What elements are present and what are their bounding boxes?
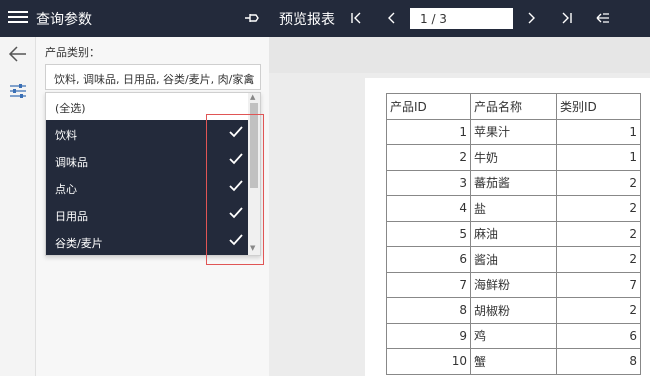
check-icon [229,207,243,219]
side-toolbar [0,37,36,376]
table-row: 10 蟹 8 [386,348,641,375]
table-header-row: 产品ID 产品名称 类别ID [386,93,641,120]
table-row: 1 苹果汁 1 [386,118,641,145]
table-row: 7 海鲜粉 7 [386,271,641,298]
table-row: 9鸡6 [386,322,641,349]
category-dropdown: (全选) 饮料 调味品 点心 日用品 谷类/麦片 ▲ ▼ [45,92,261,256]
scrollbar-thumb[interactable] [250,103,258,188]
table-row: 2 牛奶 1 [386,144,641,171]
column-header-product-name: 产品名称 [470,93,557,120]
column-header-category-id: 类别ID [556,93,641,120]
column-header-product-id: 产品ID [386,93,471,120]
menu-icon[interactable] [8,9,28,27]
scroll-up-icon[interactable]: ▲ [250,93,255,101]
preview-report-label: 预览报表 [279,12,335,28]
scroll-down-icon[interactable]: ▼ [250,244,255,252]
check-icon [229,180,243,192]
selected-categories-text: 饮料, 调味品, 日用品, 谷类/麦片, 肉/家禽 [54,73,255,86]
table-row: 8 胡椒粉 2 [386,297,641,324]
collapse-panel-icon[interactable] [596,12,610,24]
prev-page-icon[interactable] [386,12,398,24]
sliders-icon[interactable] [7,82,29,100]
table-row: 3 蕃茄酱 2 [386,169,641,196]
check-icon [229,153,243,165]
report-toolbar-band [269,37,650,73]
next-page-icon[interactable] [525,12,537,24]
parameter-panel: 产品类别： 饮料, 调味品, 日用品, 谷类/麦片, 肉/家禽 ︿ (全选) 饮… [36,37,269,376]
page-number-input[interactable] [410,8,513,29]
product-category-label: 产品类别： [45,46,100,59]
option-condiments[interactable]: 调味品 [46,147,249,174]
top-bar: 查询参数 预览报表 [0,0,650,37]
arrow-left-icon[interactable] [8,44,28,64]
table-row: 6 酱油 2 [386,246,641,273]
product-table: 产品ID 产品名称 类别ID 1 苹果汁 1 2 牛奶 1 3 蕃茄酱 2 4盐2 5 麻油 2… [386,93,641,375]
product-category-select[interactable]: 饮料, 调味品, 日用品, 谷类/麦片, 肉/家禽 ︿ [45,64,261,90]
last-page-icon[interactable] [561,12,573,24]
check-icon [229,234,243,246]
check-icon [229,126,243,138]
option-beverages[interactable]: 饮料 [46,120,249,147]
table-row: 5 麻油 2 [386,220,641,247]
first-page-icon[interactable] [350,12,362,24]
chevron-up-icon[interactable]: ︿ [244,71,254,86]
page-title: 查询参数 [36,12,92,28]
option-daily-goods[interactable]: 日用品 [46,201,249,228]
option-select-all[interactable]: (全选) [46,93,249,120]
table-row: 4盐2 [386,195,641,222]
dropdown-scrollbar[interactable]: ▲ ▼ [248,93,260,255]
option-grains-cereals[interactable]: 谷类/麦片 [46,228,249,255]
option-confections[interactable]: 点心 [46,174,249,201]
pin-icon[interactable] [244,11,260,25]
